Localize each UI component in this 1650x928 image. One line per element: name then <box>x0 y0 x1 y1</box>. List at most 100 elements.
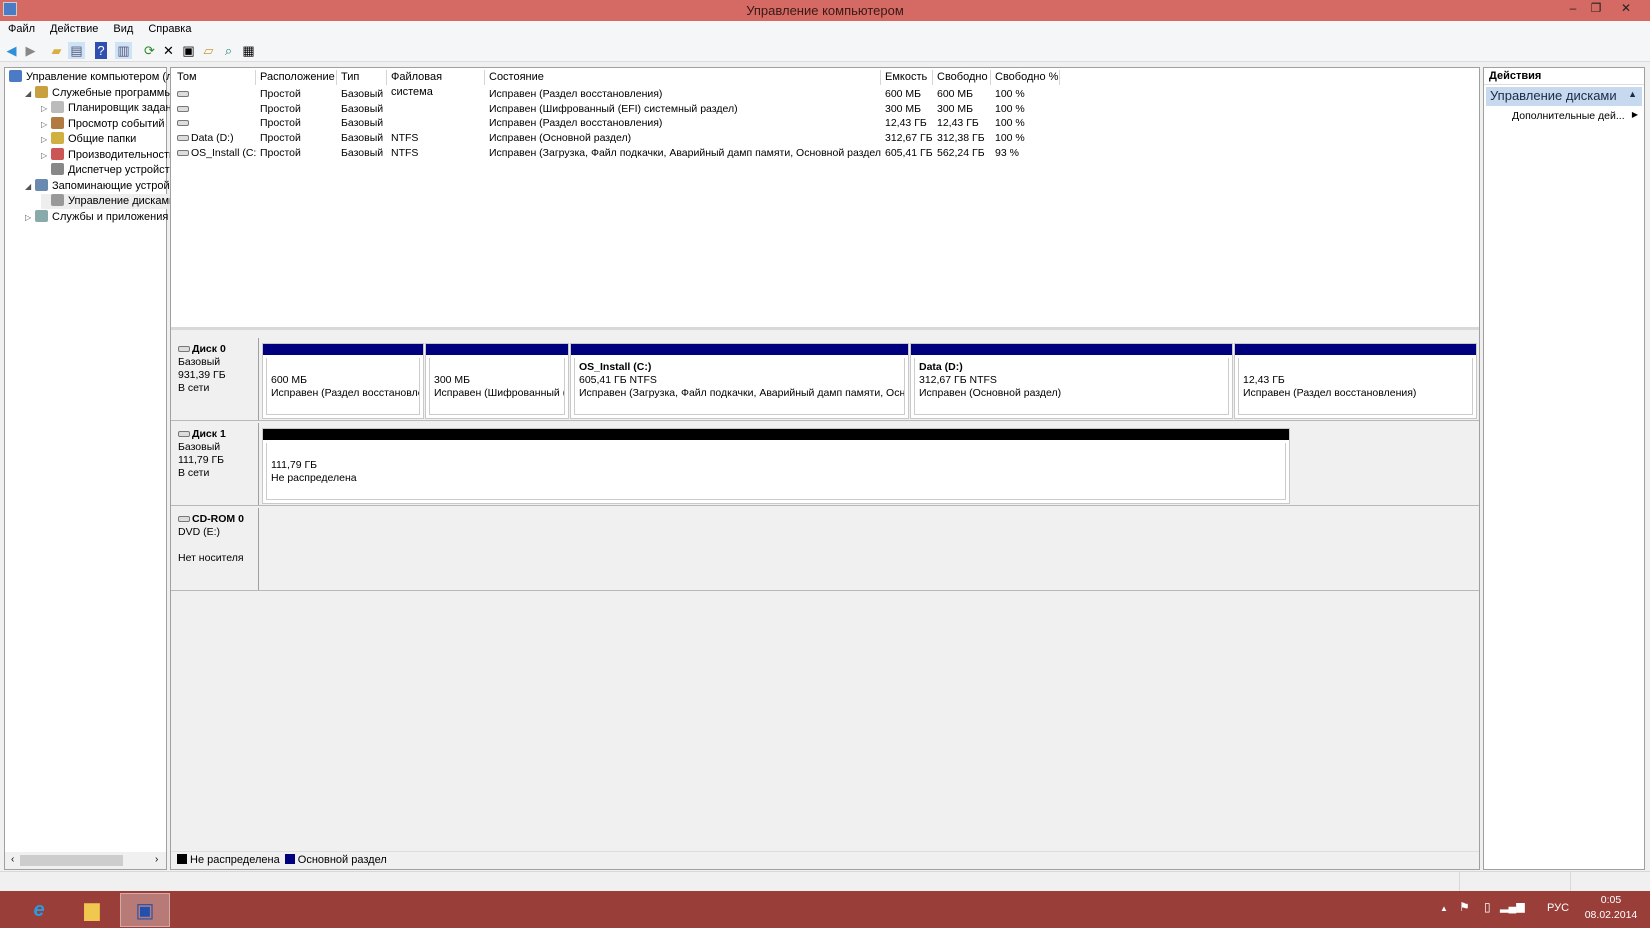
partition[interactable]: 12,43 ГБ Исправен (Раздел восстановления) <box>1234 343 1477 419</box>
expand-arrow-icon[interactable]: ◢ <box>25 179 35 194</box>
volume-row[interactable]: Простой Базовый Исправен (Раздел восстанов… <box>171 87 1479 102</box>
expand-arrow-icon[interactable]: ▷ <box>41 132 51 147</box>
column-header[interactable]: Емкость <box>881 70 933 85</box>
column-header[interactable]: Свободно <box>933 70 991 85</box>
disk-type: DVD (E:) <box>178 526 220 538</box>
table-cell: Базовый <box>341 117 384 130</box>
scrollbar-thumb[interactable] <box>20 855 123 866</box>
scroll-right-icon[interactable]: › <box>155 854 158 865</box>
show-tree-icon[interactable]: ▤ <box>68 42 85 59</box>
column-header[interactable]: Свободно % <box>991 70 1060 85</box>
disk-label[interactable]: CD-ROM 0 DVD (E:) Нет носителя <box>171 508 259 590</box>
actions-section-label: Управление дисками <box>1490 88 1617 103</box>
tree-item[interactable]: Управление компьютером (л <box>9 70 173 85</box>
column-header[interactable]: Том <box>173 70 256 85</box>
delete-icon[interactable]: ✕ <box>160 42 177 59</box>
back-icon[interactable]: ◀ <box>3 42 20 59</box>
volume-row[interactable]: OS_Install (C:) Простой Базовый NTFS Исправе… <box>171 146 1479 161</box>
internet-explorer-icon[interactable]: e <box>14 893 64 927</box>
table-cell: Базовый <box>341 132 384 145</box>
disk-label[interactable]: Диск 1 Базовый 111,79 ГБ В сети <box>171 423 259 505</box>
expand-arrow-icon[interactable]: ◢ <box>25 86 35 101</box>
volume-row[interactable]: Простой Базовый Исправен (Шифрованный (EFI… <box>171 102 1479 117</box>
collapse-icon[interactable]: ▲ <box>1628 89 1637 99</box>
expand-arrow-icon[interactable]: ▷ <box>41 148 51 163</box>
partition[interactable]: 600 МБИсправен (Раздел восстановления) <box>262 343 424 419</box>
table-cell: 562,24 ГБ <box>937 146 985 159</box>
battery-icon[interactable]: ▯ <box>1484 900 1491 914</box>
partition[interactable]: 300 МБИсправен (Шифрованный (EFI) систем… <box>425 343 569 419</box>
system-tools-icon <box>35 85 48 98</box>
search-icon[interactable]: ⌕ <box>220 42 237 59</box>
disk-status: В сети <box>178 467 210 479</box>
rescan-icon[interactable]: ▦ <box>240 42 257 59</box>
tree-item[interactable]: ▷ Службы и приложения <box>25 209 168 225</box>
column-header[interactable]: Тип <box>337 70 387 85</box>
help-icon[interactable]: ? <box>95 42 107 59</box>
table-cell: 600 МБ <box>937 88 974 100</box>
tree-item[interactable]: ▷ Общие папки <box>41 132 136 147</box>
properties-icon[interactable]: ▣ <box>180 42 197 59</box>
volume-row[interactable]: Простой Базовый Исправен (Раздел восстанов… <box>171 116 1479 131</box>
file-explorer-icon[interactable]: ▆ <box>67 893 117 927</box>
tree-item[interactable]: ▷ Просмотр событий <box>41 116 165 132</box>
show-hidden-icons[interactable]: ▲ <box>1440 904 1448 913</box>
expand-arrow-icon[interactable]: ▷ <box>41 101 51 116</box>
tree-item[interactable]: ▷ Производительность <box>41 147 175 163</box>
volume-list: Том Расположение Тип Файловая система Состоя… <box>171 68 1479 330</box>
tree-item[interactable]: ◢ Служебные программы <box>25 85 173 101</box>
partition[interactable]: OS_Install (C:) 605,41 ГБ NTFS Исправен (З… <box>570 343 909 419</box>
partition-type-bar <box>263 344 423 355</box>
tree-item[interactable]: ◢ Запоминающие устройст <box>25 178 180 194</box>
column-header[interactable]: Файловая система <box>387 70 485 98</box>
show-actions-icon[interactable]: ▥ <box>115 42 132 59</box>
disk-icon <box>178 431 190 437</box>
expand-arrow-icon[interactable]: ▷ <box>25 210 35 225</box>
table-cell: 300 МБ <box>885 102 922 115</box>
open-icon[interactable]: ▱ <box>200 42 217 59</box>
menu-view[interactable]: Вид <box>105 21 140 35</box>
window-title: Управление компьютером <box>746 3 904 18</box>
restore-button[interactable]: ❐ <box>1585 1 1607 19</box>
legend: Не распределена Основной раздел <box>171 851 1479 869</box>
tree-item[interactable]: Управление дисками <box>41 194 176 209</box>
clock[interactable]: 0:05 08.02.2014 <box>1578 893 1644 923</box>
forward-icon[interactable]: ▶ <box>22 42 39 59</box>
input-language[interactable]: РУС <box>1547 902 1569 914</box>
disk-type: Базовый <box>178 356 221 368</box>
partition-type-bar <box>911 344 1232 355</box>
action-center-flag-icon[interactable]: ⚑ <box>1459 900 1470 914</box>
menu-action[interactable]: Действие <box>42 21 105 35</box>
title-bar: Управление компьютером – ❐ ✕ <box>0 0 1650 21</box>
table-cell: Исправен (Загрузка, Файл подкачки, Авари… <box>489 146 881 159</box>
partition-type-bar <box>1235 344 1476 355</box>
disk-label[interactable]: Диск 0 Базовый 931,39 ГБ В сети <box>171 338 259 420</box>
tree-item[interactable]: Диспетчер устройств <box>41 163 176 178</box>
menu-file[interactable]: Файл <box>0 21 42 35</box>
disk-management-icon <box>51 194 64 206</box>
tree-item[interactable]: ▷ Планировщик заданий <box>41 101 184 116</box>
tree-item-label: Служебные программы <box>52 86 173 99</box>
partition[interactable]: Data (D:) 312,67 ГБ NTFS Исправен (Основно… <box>910 343 1233 419</box>
minimize-button[interactable]: – <box>1562 1 1584 19</box>
horizontal-scrollbar[interactable]: ‹ › <box>5 852 166 869</box>
expand-arrow-icon[interactable]: ▷ <box>41 117 51 132</box>
scroll-left-icon[interactable]: ‹ <box>11 854 14 865</box>
close-button[interactable]: ✕ <box>1615 1 1637 19</box>
disk-size: 931,39 ГБ <box>178 369 226 381</box>
column-header[interactable]: Состояние <box>485 70 881 85</box>
actions-more-actions[interactable]: Дополнительные дей... ▶ <box>1484 106 1644 122</box>
partition-size: 600 МБ <box>271 374 308 386</box>
volume-icon[interactable]: 🔈︎ <box>1520 899 1528 915</box>
actions-section-disk-management[interactable]: Управление дисками ▲ <box>1486 87 1642 106</box>
partition[interactable]: 111,79 ГБ Не распределена <box>262 428 1290 504</box>
table-cell: Простой <box>260 102 301 115</box>
refresh-icon[interactable]: ⟳ <box>141 42 158 59</box>
disk-name: Диск 1 <box>192 428 226 440</box>
volume-row[interactable]: Data (D:) Простой Базовый NTFS Исправен (Осн… <box>171 131 1479 146</box>
computer-management-taskbar-icon[interactable]: ▣ <box>120 893 170 927</box>
partition-size: 12,43 ГБ <box>1243 374 1285 386</box>
menu-help[interactable]: Справка <box>140 21 198 35</box>
column-header[interactable]: Расположение <box>256 70 337 85</box>
up-folder-icon[interactable]: ▰ <box>48 42 65 59</box>
